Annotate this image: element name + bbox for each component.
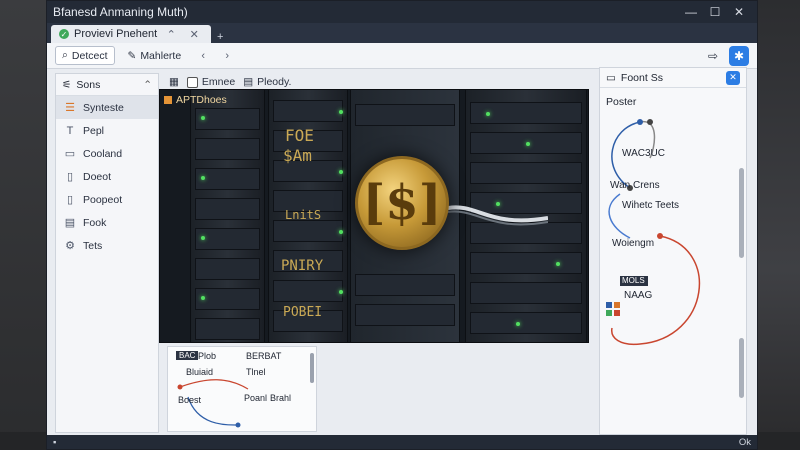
right-panel-section: Poster: [606, 96, 637, 108]
node-label: NAAG: [624, 290, 653, 301]
emnee-checkbox[interactable]: Emnee: [186, 76, 236, 88]
cable-graphic: [448, 205, 548, 226]
mini-label: BERBAT: [246, 351, 282, 361]
right-panel-scrollbar[interactable]: [739, 168, 744, 258]
sidebar-item-tets[interactable]: ⚙ Tets: [56, 234, 158, 257]
doc-icon: ▤: [243, 76, 254, 88]
sidebar-item-pepl[interactable]: T Pepl: [56, 119, 158, 142]
grid-button[interactable]: ▦: [169, 76, 179, 88]
sidebar-header-label: Sons: [76, 78, 101, 91]
sidebar-item-label: Doeot: [83, 170, 112, 183]
mini-scrollbar[interactable]: [310, 353, 314, 383]
mini-label: Boest: [178, 395, 202, 405]
node-label: WAC3UC: [622, 148, 665, 159]
right-panel-title: Foont Ss: [620, 71, 663, 84]
preview-caption: APTDhoes: [164, 94, 227, 106]
mahlerte-label: Mahlerte: [140, 49, 182, 62]
mini-label: Plob: [198, 351, 217, 361]
main-toolbar: ⌕ Detcect ✎ Mahlerte ‹ › ⇨ ✱: [47, 43, 757, 69]
mini-label: Brahl: [270, 393, 292, 403]
maximize-button[interactable]: ☐: [703, 5, 727, 19]
list-icon: ☰: [65, 102, 75, 114]
sidebar-item-label: Pepl: [83, 124, 105, 137]
checkbox-icon: [186, 76, 198, 88]
doc-icon: ▯: [66, 194, 74, 206]
detect-button[interactable]: ⌕ Detcect: [55, 46, 115, 65]
right-panel-scrollbar[interactable]: [739, 338, 744, 398]
close-button[interactable]: ✕: [727, 5, 751, 19]
settings-button[interactable]: ✱: [729, 45, 749, 66]
server-rack: [190, 90, 265, 342]
right-panel-header: ▭ Foont Ss ✕: [600, 68, 746, 88]
sliders-icon: ⚟: [62, 78, 72, 91]
sidebar-item-label: Tets: [83, 239, 103, 252]
rack-label: LnitS: [285, 208, 322, 222]
node-label: MOLS: [622, 276, 645, 285]
ready-label: Pleody.: [257, 76, 292, 88]
window-title: Bfanesd Anmaning Muth): [53, 5, 188, 19]
tab-preview[interactable]: ✓ Provievi Pnehent ⌃ ✕: [51, 25, 212, 43]
rack-label: FOE: [285, 126, 314, 145]
table-icon: ▤: [64, 217, 76, 229]
server-rack: FOE $Am LnitS PNIRY POBEI: [268, 90, 348, 342]
search-icon: ⌕: [62, 49, 68, 61]
text-icon: T: [66, 124, 74, 137]
close-icon[interactable]: ✕: [726, 70, 740, 85]
back-icon[interactable]: ‹: [194, 50, 212, 62]
gear-icon: ⚙: [65, 240, 75, 252]
mini-label: Bluiaid: [186, 367, 214, 377]
sidebar-header[interactable]: ⚟ Sons ⌃: [56, 74, 158, 96]
title-bar: Bfanesd Anmaning Muth) — ☐ ✕: [47, 1, 757, 23]
forward-icon[interactable]: ›: [218, 50, 236, 62]
preview-caption-text: APTDhoes: [176, 94, 227, 106]
status-text: Ok: [738, 436, 751, 448]
node-label: Wan Crens: [610, 180, 660, 191]
panel-icon: ▭: [606, 71, 616, 84]
sidebar-item-cooland[interactable]: ▭ Cooland: [56, 142, 158, 165]
rack-label: PNIRY: [281, 258, 324, 274]
chevron-up-icon[interactable]: ⌃: [162, 28, 180, 41]
sidebar-item-label: Synteste: [83, 101, 124, 114]
app-window: Bfanesd Anmaning Muth) — ☐ ✕ ✓ Provievi …: [46, 0, 758, 450]
preview-image: FOE $Am LnitS PNIRY POBEI [$] APTDhoes: [159, 89, 589, 343]
sidebar-item-fook[interactable]: ▤ Fook: [56, 211, 158, 234]
sidebar-item-label: Poopeot: [83, 193, 123, 206]
background-right: [755, 0, 800, 450]
minimize-button[interactable]: —: [679, 5, 703, 19]
tab-bar: ✓ Provievi Pnehent ⌃ ✕ +: [47, 23, 757, 43]
wand-icon: ✎: [127, 49, 137, 62]
sidebar-item-doeot[interactable]: ▯ Doeot: [56, 165, 158, 188]
emnee-label: Emnee: [201, 76, 236, 88]
sidebar: ⚟ Sons ⌃ ☰ Synteste T Pepl ▭ Cooland ▯ D…: [55, 73, 159, 433]
node-label: Woiengm: [612, 238, 655, 249]
status-icon: ▪: [53, 436, 57, 448]
box-icon: ▭: [64, 148, 76, 160]
node-mini-panel: BAC Plob BERBAT Bluiaid Tlnel Boest Poan…: [167, 346, 317, 432]
mahlerte-button[interactable]: ✎ Mahlerte: [121, 46, 189, 65]
rack-label: $Am: [283, 146, 312, 165]
detect-label: Detcect: [71, 49, 108, 62]
chevron-up-icon: ⌃: [143, 78, 152, 91]
sidebar-item-poopeot[interactable]: ▯ Poopeot: [56, 188, 158, 211]
close-tab-icon[interactable]: ✕: [185, 28, 203, 41]
sidebar-item-label: Fook: [83, 216, 107, 229]
rack-label: POBEI: [283, 305, 323, 320]
coin-icon: [$]: [355, 156, 449, 250]
status-bar: ▪ Ok: [47, 435, 757, 449]
marker-icon: [164, 96, 172, 104]
mini-chip: BAC: [176, 351, 199, 360]
grid-icon: ▦: [169, 76, 179, 88]
check-icon: ✓: [59, 29, 69, 39]
mini-label: Tlnel: [246, 367, 266, 377]
tab-label: Provievi Pnehent: [74, 28, 158, 40]
mini-label: Poanl: [244, 393, 268, 403]
node-label: Wihetc Teets: [622, 200, 680, 211]
new-tab-button[interactable]: +: [211, 31, 229, 43]
ready-button[interactable]: ▤ Pleody.: [243, 76, 291, 88]
right-panel: ▭ Foont Ss ✕ Poster WAC3UC Wan Crens Wih…: [599, 67, 747, 435]
sidebar-item-label: Cooland: [83, 147, 123, 160]
sidebar-item-synteste[interactable]: ☰ Synteste: [56, 96, 158, 119]
share-icon[interactable]: ⇨: [703, 46, 723, 66]
doc-icon: ▯: [66, 171, 74, 183]
